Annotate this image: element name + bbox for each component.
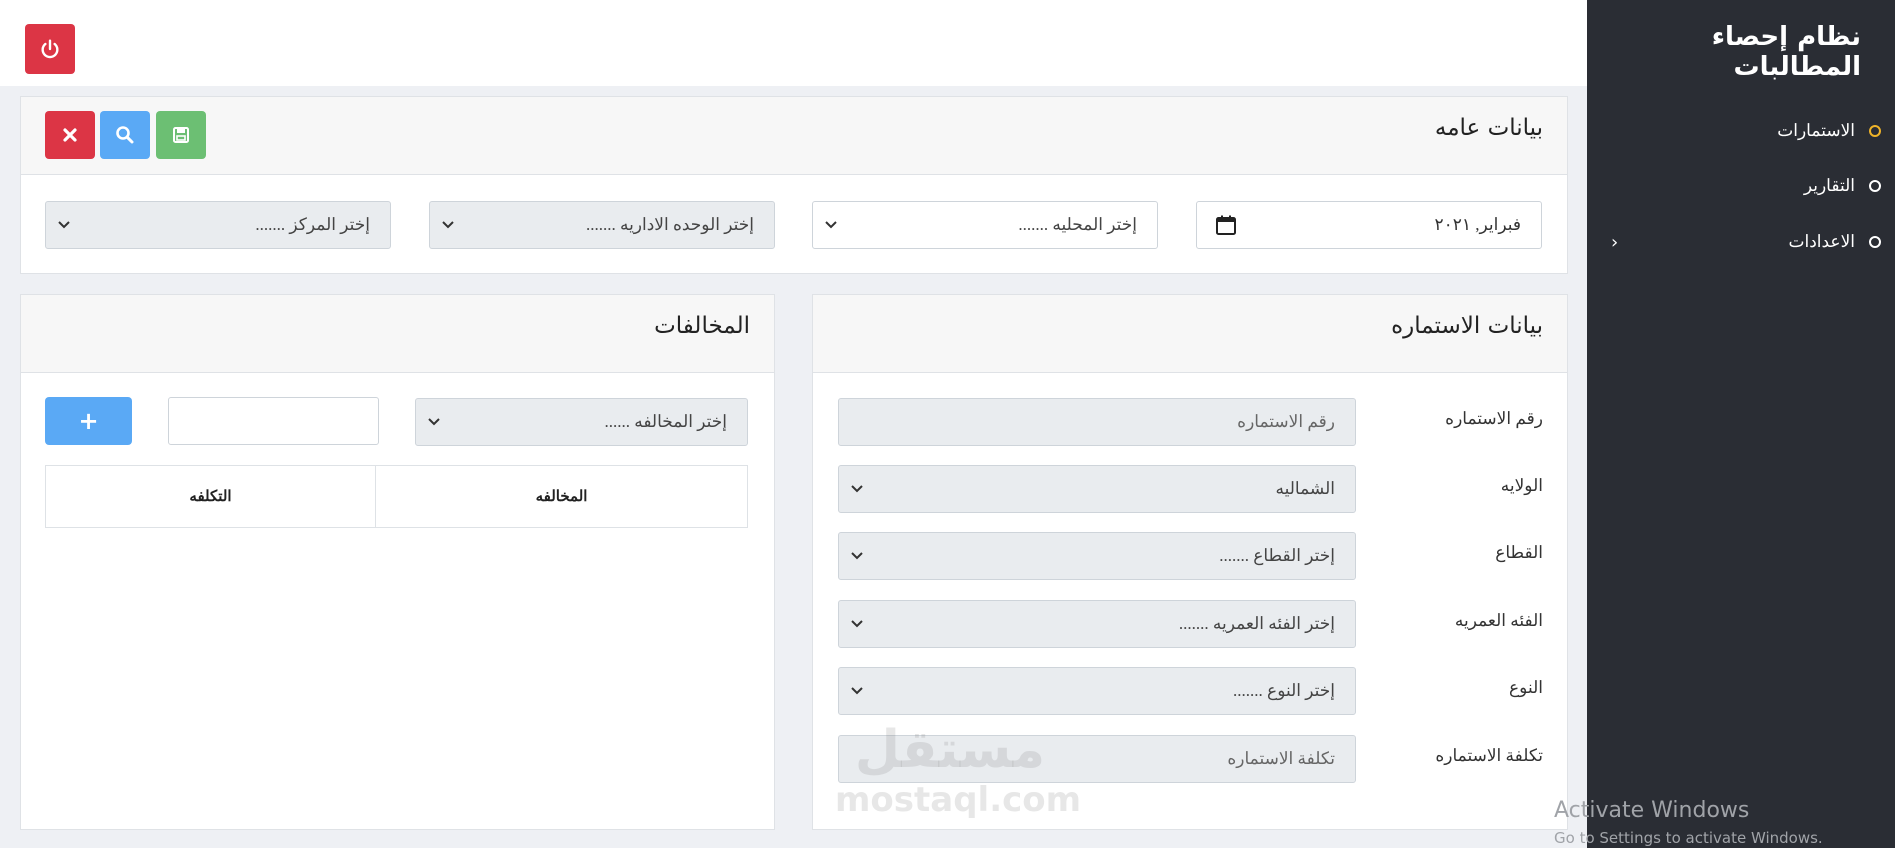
form-cost-label: تكلفة الاستماره: [1435, 746, 1543, 765]
state-select[interactable]: الشماليه: [838, 465, 1356, 513]
violations-table: التكلفه المخالفه: [45, 465, 748, 528]
age-group-label: الفئه العمريه: [1454, 611, 1543, 630]
activate-windows-notice: Activate Windows Go to Settings to activ…: [1554, 798, 1823, 847]
chevron-down-icon: [851, 620, 863, 628]
sidebar-item-label: الاعدادات: [1788, 232, 1855, 251]
cancel-button[interactable]: [45, 111, 95, 159]
close-icon: [63, 128, 77, 142]
activate-title: Activate Windows: [1554, 798, 1750, 823]
logout-button[interactable]: [25, 24, 75, 74]
column-header-cost: التكلفه: [45, 465, 376, 528]
add-violation-button[interactable]: +: [45, 397, 132, 445]
chevron-left-icon: ‹: [1611, 231, 1619, 253]
calendar-icon[interactable]: [1215, 214, 1237, 236]
app-title: نظام إحصاء المطالبات: [1711, 22, 1861, 82]
date-field[interactable]: فبراير, ٢٠٢١: [1196, 201, 1542, 249]
violation-select[interactable]: إختر المخالفه ......: [415, 398, 748, 446]
gender-select[interactable]: إختر النوع .......: [838, 667, 1356, 715]
sector-select[interactable]: إختر القطاع .......: [838, 532, 1356, 580]
panel-title: بيانات عامه: [1434, 115, 1543, 141]
power-icon: [41, 39, 59, 59]
chevron-down-icon: [851, 485, 863, 493]
state-label: الولايه: [1500, 476, 1543, 495]
sidebar: نظام إحصاء المطالبات الاستمارات التقارير…: [1587, 0, 1895, 848]
sector-label: القطاع: [1495, 543, 1543, 562]
form-number-input[interactable]: رقم الاستماره: [838, 398, 1356, 446]
top-bar: [0, 0, 1587, 86]
center-placeholder: إختر المركز .......: [255, 215, 370, 234]
chevron-down-icon: [825, 221, 837, 229]
state-value: الشماليه: [1275, 479, 1336, 498]
locality-placeholder: إختر المحليه .......: [1018, 215, 1137, 234]
admin-unit-placeholder: إختر الوحده الاداريه .......: [585, 215, 754, 234]
sidebar-item-label: التقارير: [1803, 176, 1855, 195]
column-header-violation: المخالفه: [375, 465, 748, 528]
sector-placeholder: إختر القطاع .......: [1219, 546, 1335, 565]
chevron-down-icon: [851, 552, 863, 560]
locality-select[interactable]: إختر المحليه .......: [812, 201, 1158, 249]
admin-unit-select[interactable]: إختر الوحده الاداريه .......: [429, 201, 775, 249]
gender-label: النوع: [1509, 678, 1543, 697]
violations-panel: المخالفات إختر المخالفه ...... + التكلفه…: [20, 294, 775, 830]
sidebar-item-forms[interactable]: الاستمارات: [1601, 116, 1881, 146]
panel-header: المخالفات: [21, 295, 774, 373]
chevron-down-icon: [58, 221, 70, 229]
sidebar-item-label: الاستمارات: [1777, 121, 1855, 140]
circle-icon: [1869, 236, 1881, 248]
violation-placeholder: إختر المخالفه ......: [604, 412, 727, 431]
save-icon: [173, 127, 189, 143]
activate-subtitle: Go to Settings to activate Windows.: [1554, 829, 1823, 847]
form-number-label: رقم الاستماره: [1445, 409, 1543, 428]
table-header-row: التكلفه المخالفه: [45, 465, 748, 528]
date-value: فبراير, ٢٠٢١: [1434, 215, 1521, 234]
age-group-placeholder: إختر الفئه العمريه .......: [1178, 614, 1335, 633]
center-select[interactable]: إختر المركز .......: [45, 201, 391, 249]
search-button[interactable]: [100, 111, 150, 159]
general-data-panel: بيانات عامه فبراير, ٢٠٢١ إختر المحليه ..…: [20, 96, 1568, 274]
panel-header: بيانات عامه: [21, 97, 1567, 175]
chevron-down-icon: [428, 418, 440, 426]
sidebar-item-settings[interactable]: الاعدادات ‹: [1601, 227, 1881, 257]
age-group-select[interactable]: إختر الفئه العمريه .......: [838, 600, 1356, 648]
panel-header: بيانات الاستماره: [813, 295, 1567, 373]
sidebar-item-reports[interactable]: التقارير: [1601, 171, 1881, 201]
form-cost-placeholder: تكلفة الاستماره: [1227, 749, 1335, 768]
search-icon: [116, 126, 134, 144]
gender-placeholder: إختر النوع .......: [1233, 681, 1335, 700]
chevron-down-icon: [851, 687, 863, 695]
panel-title: بيانات الاستماره: [1391, 313, 1543, 339]
cost-input[interactable]: [168, 397, 379, 445]
circle-icon: [1869, 180, 1881, 192]
save-button[interactable]: [156, 111, 206, 159]
form-number-placeholder: رقم الاستماره: [1237, 412, 1335, 431]
mostaql-watermark: مستقل mostaql.com: [835, 720, 1082, 820]
circle-icon: [1869, 125, 1881, 137]
chevron-down-icon: [442, 221, 454, 229]
panel-title: المخالفات: [654, 313, 750, 339]
